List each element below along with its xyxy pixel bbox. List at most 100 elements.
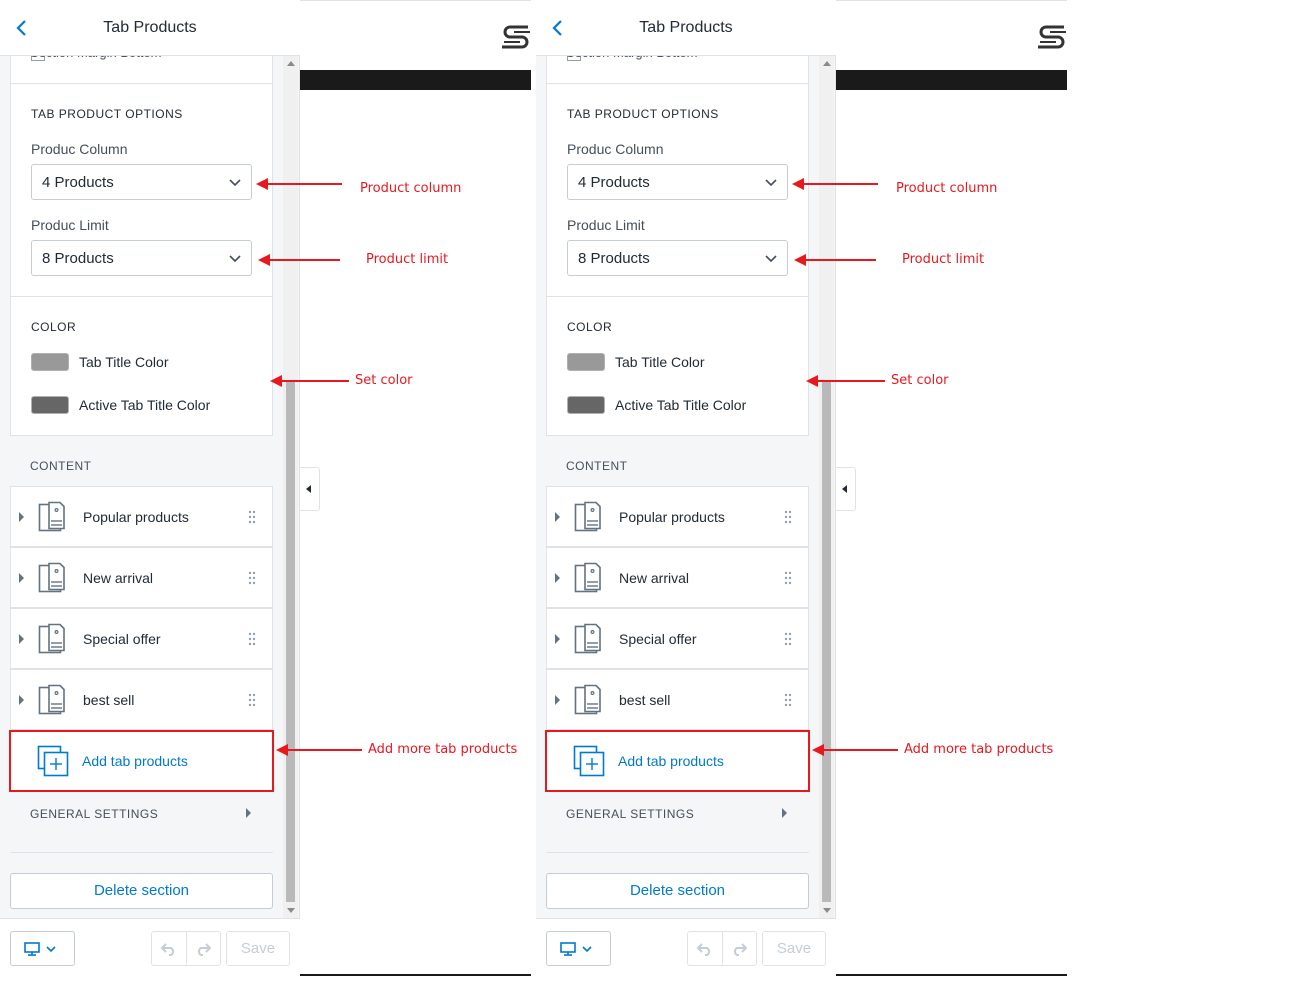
drag-handle-icon[interactable]: [248, 571, 256, 585]
undo-button[interactable]: [152, 932, 186, 965]
expand-arrow-icon[interactable]: [19, 512, 24, 522]
list-item-label: New arrival: [619, 570, 690, 586]
active-tab-title-color-picker[interactable]: Active Tab Title Color: [31, 395, 210, 415]
scroll-down-icon[interactable]: [823, 908, 831, 913]
product-column-label: Produc Column: [567, 141, 664, 157]
delete-section-button[interactable]: Delete section: [10, 873, 273, 909]
expand-arrow-icon[interactable]: [555, 634, 560, 644]
add-tab-products-button[interactable]: Add tab products: [546, 731, 809, 791]
redo-button[interactable]: [185, 932, 221, 965]
drag-handle-icon[interactable]: [784, 632, 792, 646]
product-limit-value: 8 Products: [42, 250, 114, 267]
product-limit-label: Produc Limit: [567, 217, 645, 233]
drag-handle-icon[interactable]: [248, 693, 256, 707]
list-item[interactable]: Popular products: [546, 486, 809, 547]
general-settings-toggle[interactable]: GENERAL SETTINGS: [566, 805, 791, 823]
list-item[interactable]: Special offer: [546, 608, 809, 669]
scroll-up-icon[interactable]: [287, 61, 295, 66]
drag-handle-icon[interactable]: [248, 632, 256, 646]
add-tab-products-label: Add tab products: [82, 753, 188, 769]
tab-title-color-swatch[interactable]: [567, 353, 605, 371]
save-button[interactable]: Save: [762, 931, 826, 966]
product-limit-value: 8 Products: [578, 250, 650, 267]
active-tab-title-color-picker[interactable]: Active Tab Title Color: [567, 395, 746, 415]
divider: [11, 296, 272, 297]
drag-handle-icon[interactable]: [784, 693, 792, 707]
list-item[interactable]: best sell: [546, 669, 809, 730]
expand-arrow-icon[interactable]: [19, 695, 24, 705]
scrollbar-thumb[interactable]: [822, 382, 831, 902]
annotation-product-limit: Product limit: [902, 252, 985, 267]
tab-product-options-heading: TAB PRODUCT OPTIONS: [31, 107, 183, 121]
tab-title-color-label: Tab Title Color: [79, 354, 169, 370]
device-select[interactable]: [10, 931, 75, 966]
tab-item-icon: [38, 684, 70, 716]
scroll-down-icon[interactable]: [287, 908, 295, 913]
product-column-select[interactable]: 4 Products: [567, 164, 788, 200]
add-tab-icon: [37, 745, 69, 777]
store-preview: [300, 0, 531, 978]
list-item-label: Popular products: [83, 509, 189, 525]
editor-screenshot-right: Tab Products Section Margin Bottom TAB P…: [536, 0, 1068, 978]
undo-icon: [160, 942, 174, 956]
delete-section-button[interactable]: Delete section: [546, 873, 809, 909]
tab-product-options-heading: TAB PRODUCT OPTIONS: [567, 107, 719, 121]
content-heading: CONTENT: [30, 459, 92, 473]
expand-arrow-icon[interactable]: [19, 573, 24, 583]
general-settings-toggle[interactable]: GENERAL SETTINGS: [30, 805, 255, 823]
product-limit-select[interactable]: 8 Products: [31, 240, 252, 276]
device-select[interactable]: [546, 931, 611, 966]
list-item[interactable]: New arrival: [546, 547, 809, 608]
content-heading: CONTENT: [566, 459, 628, 473]
scrollbar-thumb[interactable]: [286, 382, 295, 902]
drag-handle-icon[interactable]: [248, 510, 256, 524]
scroll-up-icon[interactable]: [823, 61, 831, 66]
preview-banner: [836, 70, 1067, 90]
tab-title-color-swatch[interactable]: [31, 353, 69, 371]
divider: [547, 83, 808, 84]
annotation-arrow: [258, 252, 340, 268]
chevron-down-icon: [763, 250, 779, 266]
chevron-down-icon: [227, 250, 243, 266]
editor-screenshot-left: Tab Products Section Margin Bottom TAB P…: [0, 0, 532, 978]
list-item-label: Popular products: [619, 509, 725, 525]
logo-icon: [1038, 25, 1066, 49]
collapse-panel-button[interactable]: [300, 467, 320, 511]
caret-right-icon: [782, 808, 787, 818]
active-tab-title-color-swatch[interactable]: [31, 396, 69, 414]
expand-arrow-icon[interactable]: [555, 695, 560, 705]
save-button[interactable]: Save: [226, 931, 290, 966]
undo-button[interactable]: [688, 932, 722, 965]
panel-header: Tab Products: [536, 0, 836, 56]
expand-arrow-icon[interactable]: [19, 634, 24, 644]
tab-item-icon: [38, 501, 70, 533]
drag-handle-icon[interactable]: [784, 510, 792, 524]
product-limit-select[interactable]: 8 Products: [567, 240, 788, 276]
tab-item-icon: [574, 501, 606, 533]
product-limit-label: Produc Limit: [31, 217, 109, 233]
product-column-value: 4 Products: [578, 174, 650, 191]
product-column-select[interactable]: 4 Products: [31, 164, 252, 200]
expand-arrow-icon[interactable]: [555, 512, 560, 522]
page-title: Tab Products: [103, 19, 197, 36]
tab-title-color-picker[interactable]: Tab Title Color: [567, 352, 704, 372]
tab-product-options-card: TAB PRODUCT OPTIONS Produc Column 4 Prod…: [10, 56, 273, 436]
list-item[interactable]: Popular products: [10, 486, 273, 547]
tab-item-icon: [574, 684, 606, 716]
drag-handle-icon[interactable]: [784, 571, 792, 585]
chevron-down-icon: [763, 174, 779, 190]
expand-arrow-icon[interactable]: [555, 573, 560, 583]
active-tab-title-color-swatch[interactable]: [567, 396, 605, 414]
redo-button[interactable]: [721, 932, 757, 965]
tab-title-color-picker[interactable]: Tab Title Color: [31, 352, 168, 372]
tab-item-icon: [38, 562, 70, 594]
general-settings-label: GENERAL SETTINGS: [566, 807, 695, 821]
add-tab-products-label: Add tab products: [618, 753, 724, 769]
add-tab-products-button[interactable]: Add tab products: [10, 731, 273, 791]
collapse-panel-button[interactable]: [836, 467, 856, 511]
annotation-arrow: [276, 742, 362, 758]
list-item[interactable]: New arrival: [10, 547, 273, 608]
list-item[interactable]: best sell: [10, 669, 273, 730]
list-item[interactable]: Special offer: [10, 608, 273, 669]
sidebar-panel: Tab Products Section Margin Bottom TAB P…: [0, 0, 300, 978]
